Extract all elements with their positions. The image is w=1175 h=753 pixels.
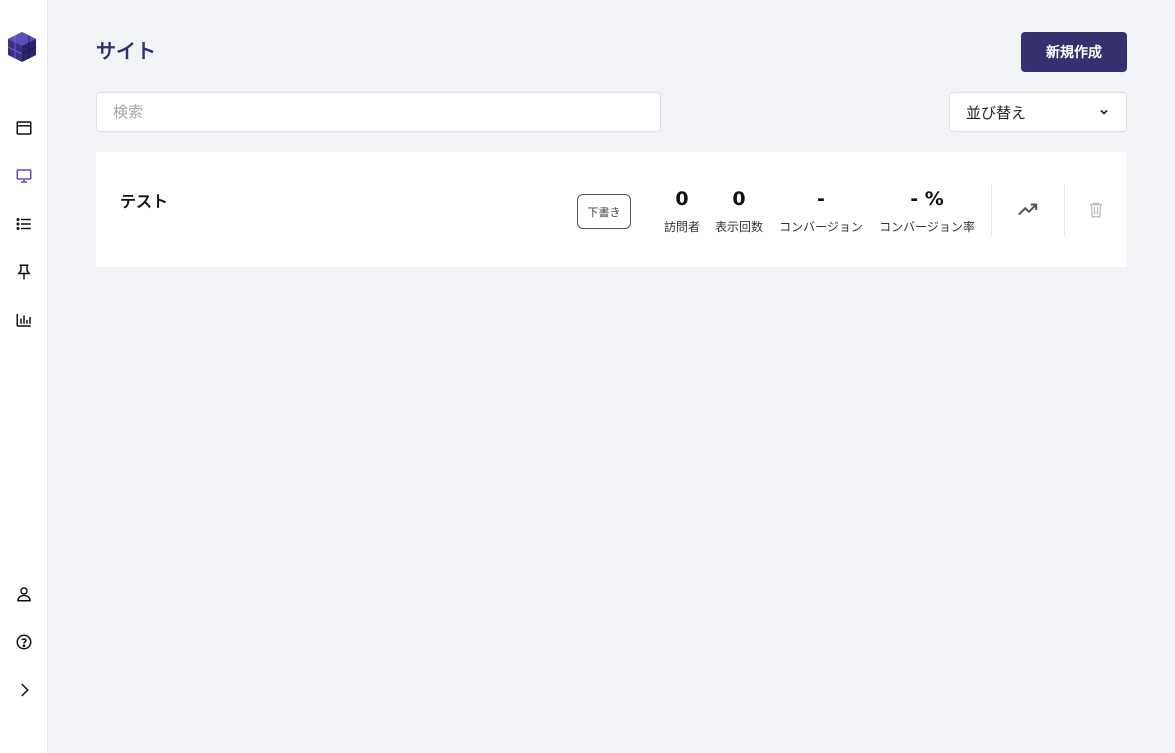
page-title: サイト [96,39,156,63]
stat-label: コンバージョン [779,220,863,234]
stat-label: 表示回数 [714,220,763,234]
divider [1064,184,1065,236]
stat-conversions: - コンバージョン [779,186,863,235]
list-icon[interactable] [12,212,36,236]
search-input[interactable] [96,92,661,132]
stat-visitors: 0 訪問者 [662,186,702,235]
browser-window-icon[interactable] [12,116,36,140]
help-icon[interactable] [12,630,36,654]
divider [991,184,992,236]
sort-label: 並び替え [966,103,1027,122]
stat-value: 0 [675,188,689,210]
stat-conversion-rate: - % コンバージョン率 [878,186,976,235]
stat-value: 0 [732,188,746,210]
stat-label: コンバージョン率 [879,220,975,234]
stat-value: - % [910,188,944,210]
monitor-icon[interactable] [12,164,36,188]
chevron-down-icon [1100,109,1108,115]
trash-icon[interactable] [1084,198,1108,222]
cube-logo[interactable] [7,31,37,63]
sort-select[interactable]: 並び替え [949,92,1127,132]
main-content: サイト 新規作成 並び替え テスト 下書き 0 訪問者 0 表示回数 - コンバ… [48,0,1175,753]
stat-label: 訪問者 [663,220,700,234]
chevron-right-icon[interactable] [12,678,36,702]
user-icon[interactable] [12,582,36,606]
new-site-button[interactable]: 新規作成 [1021,32,1127,72]
trending-up-icon[interactable] [1016,198,1040,222]
pin-icon[interactable] [12,260,36,284]
stat-views: 0 表示回数 [713,186,765,235]
sidebar [0,0,48,753]
site-name[interactable]: テスト [120,188,168,212]
bar-chart-icon[interactable] [12,308,36,332]
site-card[interactable]: テスト 下書き 0 訪問者 0 表示回数 - コンバージョン - % コンバージ… [96,152,1127,267]
status-badge: 下書き [577,194,631,229]
stat-value: - [817,188,825,210]
